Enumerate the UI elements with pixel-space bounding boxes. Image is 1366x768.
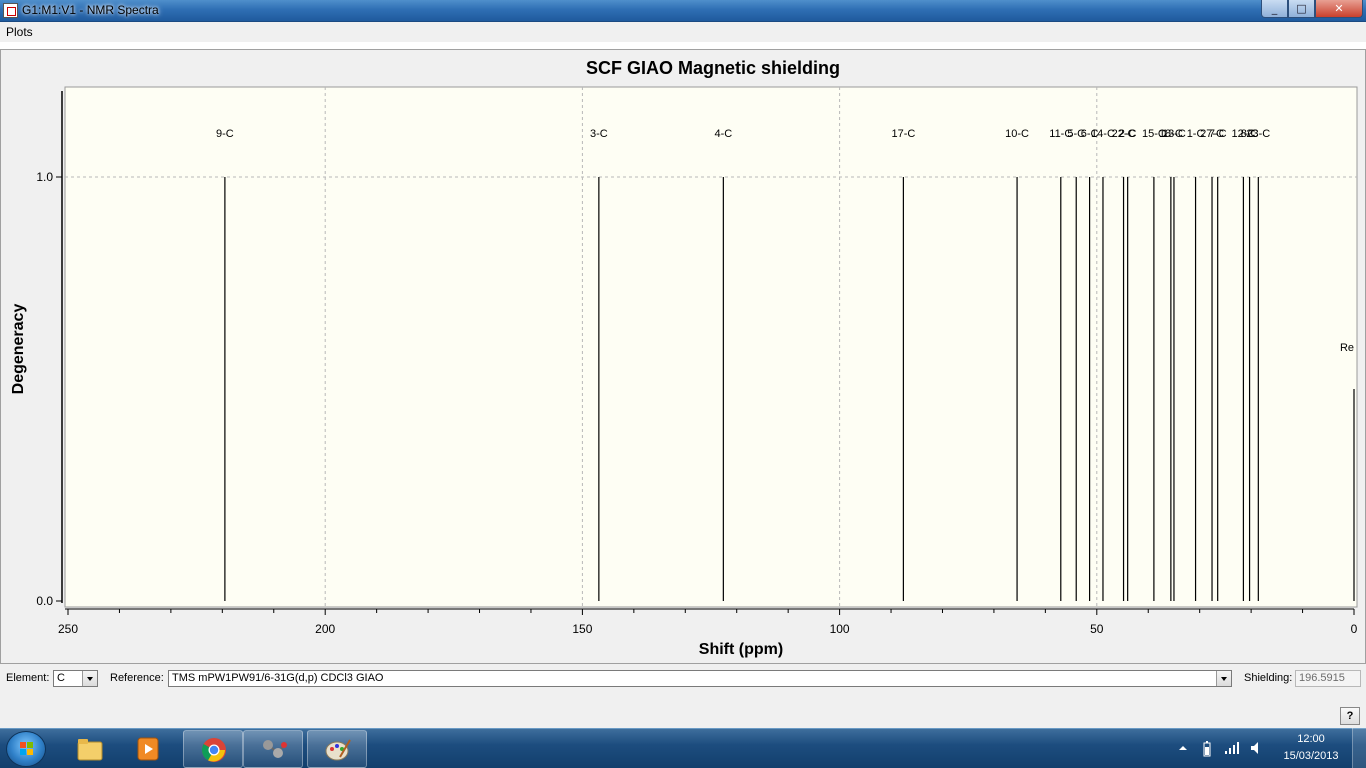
- peak-label: 10-C: [1005, 128, 1029, 140]
- chevron-down-icon[interactable]: [1216, 671, 1231, 686]
- taskbar-chrome[interactable]: [183, 730, 243, 768]
- element-select[interactable]: C: [53, 670, 98, 687]
- window-title: G1:M1:V1 - NMR Spectra: [22, 3, 159, 17]
- clock-time[interactable]: 12:00: [1276, 733, 1346, 745]
- y-tick-label: 0.0: [36, 594, 53, 608]
- windows-logo-icon: [20, 742, 33, 755]
- reference-value: TMS mPW1PW91/6-31G(d,p) CDCl3 GIAO: [172, 672, 384, 684]
- reference-select[interactable]: TMS mPW1PW91/6-31G(d,p) CDCl3 GIAO: [168, 670, 1232, 687]
- app-icon[interactable]: [3, 3, 18, 18]
- reference-label: Reference:: [110, 672, 164, 684]
- nmr-spectrum-chart[interactable]: 250 200 150 100 50 0 1.0 0.0 Shift (ppm) Degenera…: [0, 80, 1366, 664]
- battery-icon[interactable]: [1202, 741, 1212, 757]
- molecule-icon: [263, 740, 287, 758]
- minimize-button[interactable]: _: [1261, 0, 1288, 18]
- x-tick-label: 200: [315, 622, 335, 636]
- peak-label: Re: [1340, 342, 1354, 354]
- help-button[interactable]: ?: [1340, 707, 1360, 725]
- menu-plots[interactable]: Plots: [6, 25, 33, 39]
- start-button[interactable]: [6, 731, 46, 767]
- media-player-icon: [137, 737, 159, 761]
- peak-label: 4-C: [714, 128, 732, 140]
- clock-date[interactable]: 15/03/2013: [1276, 750, 1346, 762]
- taskbar-gaussview[interactable]: [243, 730, 303, 768]
- taskbar: [0, 728, 1366, 768]
- element-label: Element:: [6, 672, 50, 684]
- x-tick-label: 100: [830, 622, 850, 636]
- x-axis-title: Shift (ppm): [699, 641, 783, 658]
- taskbar-media-player[interactable]: [118, 730, 178, 768]
- menu-bar: Plots: [0, 22, 1366, 42]
- chevron-down-icon[interactable]: [82, 671, 97, 686]
- peak-label: 2-C: [1119, 128, 1137, 140]
- peak-label: 23-C: [1246, 128, 1270, 140]
- maximize-button[interactable]: □: [1288, 0, 1315, 18]
- folder-icon: [77, 739, 103, 761]
- peak-label: 17-C: [891, 128, 915, 140]
- x-tick-label: 50: [1090, 622, 1104, 636]
- close-button[interactable]: ✕: [1315, 0, 1363, 18]
- volume-icon[interactable]: [1250, 741, 1264, 755]
- show-desktop-button[interactable]: [1352, 728, 1366, 768]
- chevron-up-icon[interactable]: [1178, 743, 1188, 753]
- taskbar-explorer[interactable]: [60, 730, 120, 768]
- y-axis-title: Degeneracy: [10, 304, 27, 395]
- plot-area: [64, 86, 1358, 608]
- chrome-icon: [201, 738, 226, 762]
- signal-icon[interactable]: [1224, 741, 1240, 755]
- shielding-label: Shielding:: [1244, 672, 1293, 684]
- x-tick-label: 150: [572, 622, 592, 636]
- shielding-field: 196.5915: [1295, 670, 1361, 687]
- peak-label: 9-C: [216, 128, 234, 140]
- title-bar: G1:M1:V1 - NMR Spectra _ □ ✕: [0, 0, 1366, 22]
- x-tick-label: 250: [58, 622, 78, 636]
- element-value: C: [57, 672, 65, 684]
- taskbar-paint[interactable]: [307, 730, 367, 768]
- y-tick-label: 1.0: [36, 170, 53, 184]
- chart-title: SCF GIAO Magnetic shielding: [585, 58, 841, 78]
- paint-palette-icon: [325, 739, 351, 761]
- peak-label: 3-C: [590, 128, 608, 140]
- controls-bar: Element: C Reference: TMS mPW1PW91/6-31G…: [0, 664, 1366, 728]
- x-tick-label: 0: [1351, 622, 1358, 636]
- peak-label: 13-C: [1162, 128, 1186, 140]
- peak-label: 7-C: [1209, 128, 1227, 140]
